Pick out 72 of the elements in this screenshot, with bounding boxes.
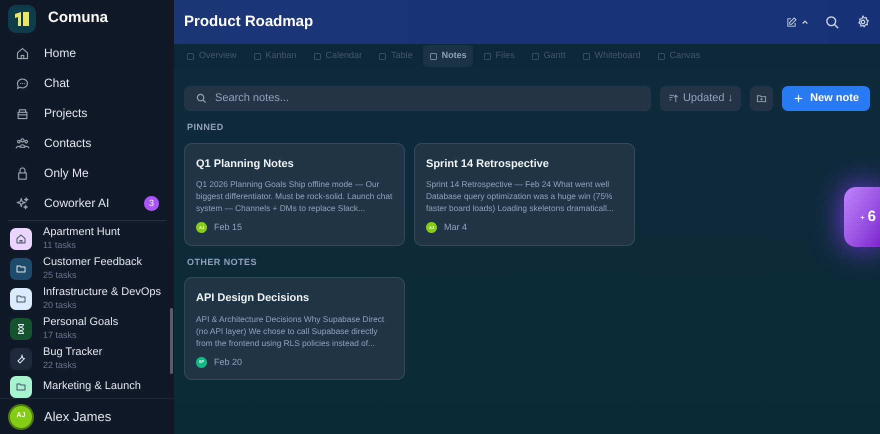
sort-icon — [668, 93, 679, 104]
new-note-button[interactable]: New note — [782, 86, 870, 111]
sparkle-icon — [860, 214, 865, 220]
tab-icon — [312, 52, 322, 60]
project-name[interactable]: Marketing & Launch — [43, 380, 141, 394]
people-icon — [15, 136, 30, 151]
tab-icon — [428, 52, 438, 60]
note-date: Mar 4 — [444, 221, 468, 234]
tab-icon — [186, 52, 195, 60]
app-name: Comuna — [48, 8, 108, 28]
task-count: 20 tasks — [43, 300, 78, 312]
chat-bubble-icon — [15, 76, 30, 91]
note-excerpt: Q1 2026 Planning Goals Ship offline mode — Our biggest differentiator. Must be rock-solid. Launch chat system — Channels + DMs to replace Slack... — [196, 178, 393, 214]
edit-menu-button[interactable] — [786, 16, 809, 28]
lock-icon — [15, 166, 30, 181]
nav-item[interactable]: Home — [44, 44, 159, 62]
nav-item[interactable]: Only Me — [44, 164, 159, 182]
task-count: 17 tasks — [43, 330, 78, 342]
task-count: 25 tasks — [43, 270, 78, 282]
note-excerpt: API & Architecture Decisions Why Supabase Direct (no API layer) We chose to call Supabase directly from the frontend using RLS policies instead of... — [196, 312, 386, 348]
project-icon[interactable] — [10, 288, 32, 310]
note-title: Sprint 14 Retrospective — [426, 156, 550, 172]
floating-assistant-button[interactable]: 6 — [844, 187, 880, 247]
project-icon[interactable] — [10, 376, 32, 398]
project-name[interactable]: Personal Goals — [43, 316, 118, 330]
tab-icon — [582, 52, 591, 60]
task-count: 11 tasks — [43, 240, 77, 252]
sort-button[interactable]: Updated ↓ — [660, 86, 742, 111]
note-date: Feb 15 — [214, 221, 242, 234]
search-field[interactable]: Search notes... — [184, 86, 651, 111]
tab-icon — [482, 52, 492, 60]
note-title: Q1 Planning Notes — [196, 156, 295, 172]
settings-icon[interactable] — [856, 15, 870, 29]
nav-item[interactable]: Contacts — [44, 134, 159, 152]
section-heading: PINNED — [187, 121, 225, 134]
tab-icon — [378, 52, 388, 60]
project-icon[interactable] — [10, 228, 32, 250]
section-heading: OTHER NOTES — [187, 256, 258, 268]
user-name: Alex James — [44, 408, 112, 426]
widget-count: 6 — [868, 206, 876, 227]
app-logo-icon — [8, 4, 36, 33]
sparkle-icon — [15, 196, 30, 211]
plus-icon — [793, 93, 804, 104]
project-icon[interactable] — [10, 348, 32, 370]
project-name[interactable]: Customer Feedback — [43, 256, 142, 270]
search-input: Search notes... — [215, 90, 639, 107]
pencil-icon — [786, 16, 797, 28]
count-badge: 3 — [144, 196, 159, 211]
nav-item[interactable]: Chat — [44, 74, 159, 92]
project-name[interactable]: Infrastructure & DevOps — [43, 286, 161, 300]
caret-icon — [801, 18, 809, 26]
nav-item[interactable]: Projects — [44, 104, 159, 122]
note-date: Feb 20 — [214, 356, 242, 368]
note-title: API Design Decisions — [196, 291, 310, 306]
project-name[interactable]: Apartment Hunt — [43, 226, 120, 240]
task-count: 22 tasks — [43, 360, 78, 372]
folder-button[interactable] — [750, 86, 774, 111]
project-icon[interactable] — [10, 318, 32, 340]
tab[interactable]: Notes — [422, 45, 473, 67]
folder-plus-icon — [756, 93, 768, 104]
tab-icon — [530, 52, 540, 60]
house-icon — [15, 46, 30, 61]
note-excerpt: Sprint 14 Retrospective — Feb 24 What went well Database query optimization was a huge win (75% faster board loads) Loading skeletons dramaticall... — [426, 178, 615, 214]
tab-icon — [252, 52, 262, 60]
project-icon[interactable] — [10, 258, 32, 280]
tab-icon — [656, 52, 666, 60]
project-name[interactable]: Bug Tracker — [43, 346, 102, 360]
search-icon[interactable] — [825, 14, 840, 30]
page-title: Product Roadmap — [184, 12, 314, 32]
nav-item[interactable]: Coworker AI — [44, 194, 130, 212]
scrollbar[interactable] — [170, 308, 173, 374]
search-icon — [196, 93, 207, 104]
